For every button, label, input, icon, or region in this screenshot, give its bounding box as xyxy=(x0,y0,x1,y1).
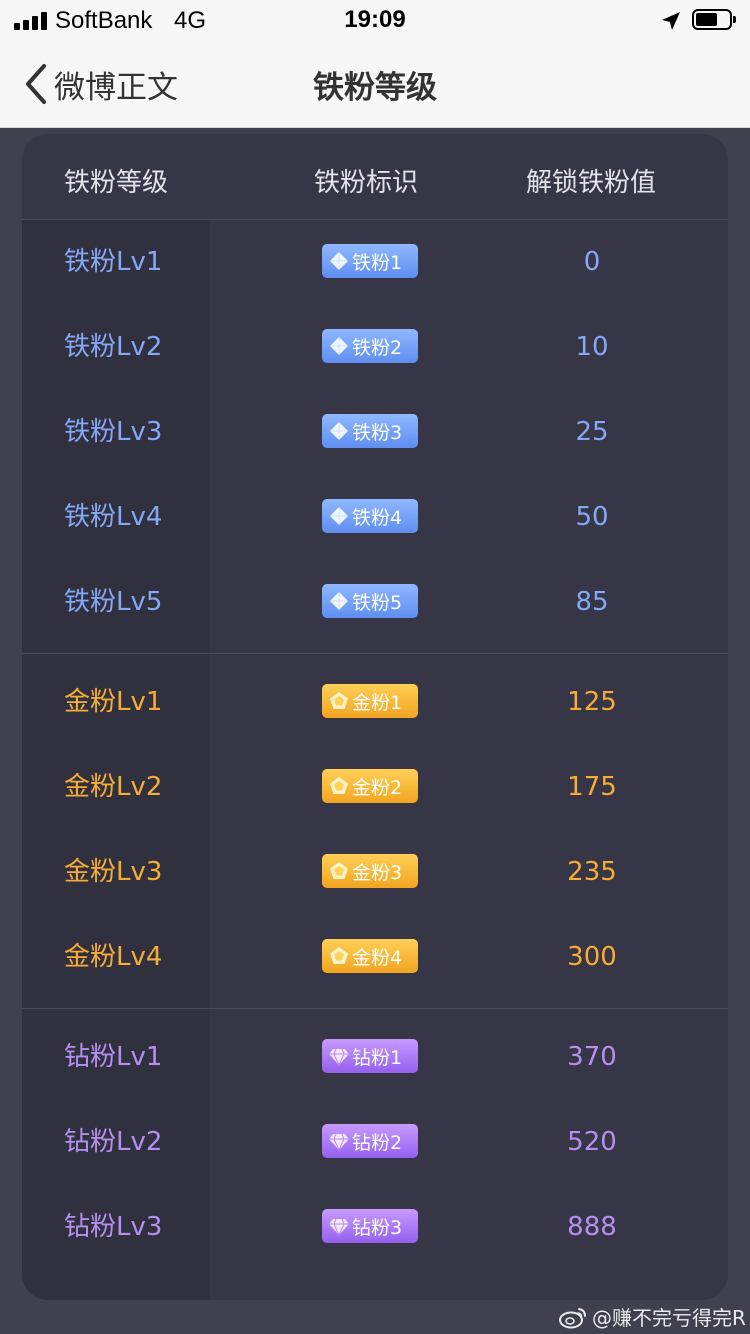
level-name: 钻粉Lv1 xyxy=(64,1042,163,1072)
pentagon-gem-icon xyxy=(328,945,352,967)
fan-badge: 铁粉4 xyxy=(322,499,418,533)
level-name: 金粉Lv1 xyxy=(64,687,163,717)
badge-label: 铁粉5 xyxy=(352,591,403,614)
fan-badge: 金粉2 xyxy=(322,769,418,803)
pentagon-gem-icon xyxy=(328,775,352,797)
table-row: 铁粉Lv4 铁粉4 50 xyxy=(22,475,728,560)
diamond-icon xyxy=(328,420,352,442)
fan-badge: 铁粉3 xyxy=(322,414,418,448)
diamond-icon xyxy=(328,335,352,357)
unlock-value: 0 xyxy=(583,247,601,277)
unlock-value: 370 xyxy=(567,1042,617,1072)
unlock-value: 85 xyxy=(575,587,609,617)
diamond-icon xyxy=(328,505,352,527)
table-row: 铁粉Lv2 铁粉2 10 xyxy=(22,305,728,390)
fan-badge: 钻粉2 xyxy=(322,1124,418,1158)
badge-label: 铁粉3 xyxy=(352,421,403,444)
fan-badge: 铁粉1 xyxy=(322,244,418,278)
table-row: 钻粉Lv3 钻粉3 888 xyxy=(22,1185,728,1270)
unlock-value: 50 xyxy=(575,502,609,532)
group-divider xyxy=(22,1008,728,1009)
gem-icon xyxy=(328,1130,352,1152)
group-divider xyxy=(22,653,728,654)
watermark: @赚不完亏得完R xyxy=(558,1302,746,1331)
page-title: 铁粉等级 xyxy=(313,70,437,106)
fan-badge: 金粉4 xyxy=(322,939,418,973)
level-name: 金粉Lv2 xyxy=(64,772,163,802)
table-row: 金粉Lv4 金粉4 300 xyxy=(22,915,728,1000)
unlock-value: 25 xyxy=(575,417,609,447)
header-level: 铁粉等级 xyxy=(64,168,169,198)
gem-icon xyxy=(328,1215,352,1237)
level-name: 铁粉Lv4 xyxy=(64,502,163,532)
fan-badge: 钻粉3 xyxy=(322,1209,418,1243)
fan-badge: 金粉3 xyxy=(322,854,418,888)
table-header: 铁粉等级 铁粉标识 解锁铁粉值 xyxy=(22,134,728,220)
badge-label: 铁粉2 xyxy=(352,336,403,359)
header-unlock-value: 解锁铁粉值 xyxy=(526,168,657,198)
fan-badge: 铁粉5 xyxy=(322,584,418,618)
table-row: 铁粉Lv1 铁粉1 0 xyxy=(22,220,728,305)
badge-label: 钻粉2 xyxy=(352,1131,403,1154)
navigation-bar: 微博正文 铁粉等级 xyxy=(0,40,750,128)
table-row: 金粉Lv1 金粉1 125 xyxy=(22,660,728,745)
diamond-icon xyxy=(328,250,352,272)
badge-label: 金粉2 xyxy=(352,776,403,799)
weibo-logo-icon xyxy=(559,1307,586,1328)
level-name: 金粉Lv4 xyxy=(64,942,163,972)
unlock-value: 520 xyxy=(567,1127,617,1157)
unlock-value: 175 xyxy=(567,772,617,802)
pentagon-gem-icon xyxy=(328,690,352,712)
table-row: 铁粉Lv3 铁粉3 25 xyxy=(22,390,728,475)
level-name: 金粉Lv3 xyxy=(64,857,163,887)
unlock-value: 10 xyxy=(575,332,609,362)
header-badge: 铁粉标识 xyxy=(314,168,419,198)
table-row: 钻粉Lv1 钻粉1 370 xyxy=(22,1015,728,1100)
unlock-value: 125 xyxy=(567,687,617,717)
battery-icon xyxy=(692,9,736,30)
level-name: 铁粉Lv5 xyxy=(64,587,163,617)
table-row: 金粉Lv3 金粉3 235 xyxy=(22,830,728,915)
location-arrow-icon xyxy=(662,12,680,30)
level-name: 铁粉Lv3 xyxy=(64,417,163,447)
fan-badge: 钻粉1 xyxy=(322,1039,418,1073)
status-bar: SoftBank 4G 19:09 xyxy=(0,0,750,40)
badge-label: 金粉4 xyxy=(352,946,403,969)
badge-label: 铁粉4 xyxy=(352,506,403,529)
pentagon-gem-icon xyxy=(328,860,352,882)
clock: 19:09 xyxy=(344,6,406,33)
table-row: 钻粉Lv2 钻粉2 520 xyxy=(22,1100,728,1185)
badge-label: 铁粉1 xyxy=(352,251,403,274)
diamond-icon xyxy=(328,590,352,612)
badge-label: 钻粉3 xyxy=(352,1216,403,1239)
unlock-value: 888 xyxy=(567,1212,617,1242)
level-name: 钻粉Lv2 xyxy=(64,1127,163,1157)
watermark-text: @赚不完亏得完R xyxy=(592,1306,746,1330)
level-name: 铁粉Lv2 xyxy=(64,332,163,362)
level-name: 钻粉Lv3 xyxy=(64,1212,163,1242)
fan-badge: 金粉1 xyxy=(322,684,418,718)
table-row: 金粉Lv2 金粉2 175 xyxy=(22,745,728,830)
badge-label: 金粉1 xyxy=(352,691,403,714)
gem-icon xyxy=(328,1045,352,1067)
unlock-value: 235 xyxy=(567,857,617,887)
level-name: 铁粉Lv1 xyxy=(64,247,163,277)
badge-label: 金粉3 xyxy=(352,861,403,884)
unlock-value: 300 xyxy=(567,942,617,972)
level-table-card: 铁粉等级 铁粉标识 解锁铁粉值 铁粉Lv1 铁粉1 0 铁粉Lv2 铁粉2 10 铁粉Lv3… xyxy=(22,134,728,1300)
badge-label: 钻粉1 xyxy=(352,1046,403,1069)
table-row: 铁粉Lv5 铁粉5 85 xyxy=(22,560,728,645)
fan-badge: 铁粉2 xyxy=(322,329,418,363)
